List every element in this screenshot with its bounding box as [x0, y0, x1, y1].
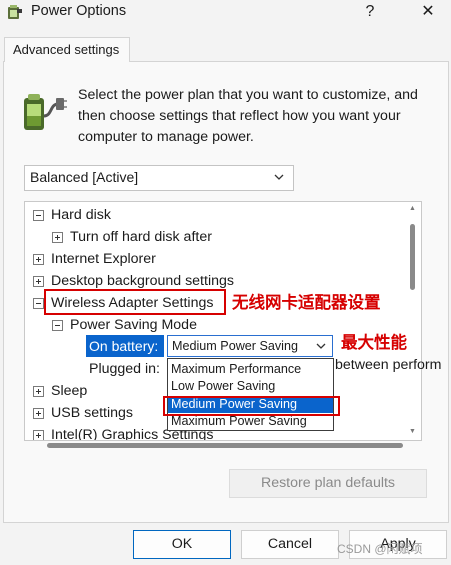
annotation-wireless-note: 无线网卡适配器设置 [232, 294, 381, 312]
power-plan-value: Balanced [Active] [30, 169, 139, 185]
close-button[interactable]: ✕ [408, 0, 448, 24]
dropdown-option-maximum-performance[interactable]: Maximum Performance [168, 361, 333, 378]
collapse-icon[interactable] [33, 298, 44, 309]
tree-item-label: Internet Explorer [51, 251, 156, 267]
chevron-down-icon [316, 343, 326, 349]
expand-icon[interactable] [33, 386, 44, 397]
tree-item-label: Sleep [51, 383, 88, 399]
highlight-box-medium-power-saving [163, 396, 340, 416]
on-battery-value: Medium Power Saving [172, 339, 298, 353]
intro-text: Select the power plan that you want to c… [78, 87, 418, 145]
ok-button[interactable]: OK [133, 530, 231, 559]
dropdown-option-low-power-saving[interactable]: Low Power Saving [168, 378, 333, 395]
expand-icon[interactable] [33, 276, 44, 287]
power-saving-dropdown-list[interactable]: Maximum Performance Low Power Saving Med… [167, 358, 334, 431]
tree-item-label: Turn off hard disk after [70, 229, 212, 245]
scrollbar-thumb[interactable] [410, 224, 415, 290]
restore-plan-defaults-button[interactable]: Restore plan defaults [229, 469, 427, 498]
watermark: CSDN @闲赋项 [337, 542, 423, 556]
battery-plug-icon [24, 94, 67, 130]
on-battery-label[interactable]: On battery: [86, 335, 164, 357]
scroll-up-icon[interactable]: ▲ [409, 205, 416, 212]
power-plan-select[interactable]: Balanced [Active] [24, 165, 294, 191]
title-bar: Power Options ? ✕ [0, 0, 451, 26]
help-button[interactable]: ? [358, 0, 382, 24]
expand-icon[interactable] [33, 408, 44, 419]
chevron-down-icon [274, 174, 284, 180]
window-title: Power Options [31, 3, 127, 19]
plugged-in-value-partial: between perform [335, 357, 442, 373]
expand-icon[interactable] [33, 430, 44, 440]
power-options-icon [8, 5, 22, 19]
on-battery-select[interactable]: Medium Power Saving [167, 335, 333, 357]
expand-icon[interactable] [33, 254, 44, 265]
collapse-icon[interactable] [33, 210, 44, 221]
highlight-box-wireless [44, 289, 226, 315]
cancel-button[interactable]: Cancel [241, 530, 339, 559]
expand-icon[interactable] [52, 232, 63, 243]
tab-advanced-settings[interactable]: Advanced settings [4, 37, 130, 62]
scroll-down-icon[interactable]: ▼ [409, 428, 416, 435]
tree-item-label: Hard disk [51, 207, 111, 223]
plugged-in-label: Plugged in: [89, 361, 160, 377]
horizontal-scrollbar-thumb[interactable] [47, 443, 403, 448]
tree-item-label: Power Saving Mode [70, 317, 197, 333]
tree-item-label: USB settings [51, 405, 134, 421]
collapse-icon[interactable] [52, 320, 63, 331]
annotation-perf-note: 最大性能 [341, 334, 407, 352]
vertical-scrollbar[interactable]: ▲ ▼ [406, 202, 420, 440]
